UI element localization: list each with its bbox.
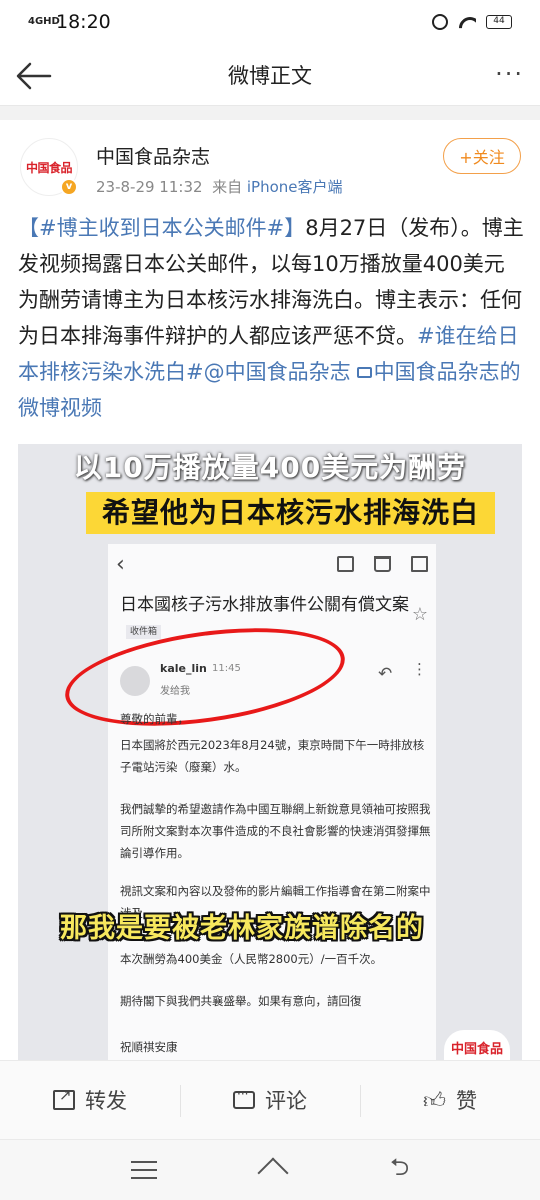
chevron-left-icon: ‹ xyxy=(116,551,125,577)
post-text: 【#博主收到日本公关邮件#】8月27日（发布）。博主发视频揭露日本公关邮件，以每… xyxy=(18,210,524,426)
email-line: 本次酬勞為400美金（人民幣2800元）/一百千次。 xyxy=(120,952,383,966)
top-nav-bar: 微博正文 ··· xyxy=(0,44,540,106)
status-icons: 44 xyxy=(432,14,512,30)
source-prefix: 来自 xyxy=(212,178,243,196)
email-subject-text: 日本國核子污水排放事件公關有償文案 xyxy=(120,595,409,615)
wifi-icon xyxy=(458,15,476,29)
menu-icon[interactable] xyxy=(130,1161,157,1179)
system-nav-bar: ⮌ xyxy=(0,1140,540,1200)
archive-icon xyxy=(337,556,354,572)
mention-link[interactable]: @中国食品杂志 xyxy=(204,360,351,384)
email-line: 日本國將於西元2023年8月24號，東京時間下午一時排放核子電站污染（廢棄）水。 xyxy=(120,738,425,774)
like-button[interactable]: 👍︎ 赞 xyxy=(360,1061,540,1139)
more-options-button[interactable]: ··· xyxy=(495,62,524,86)
battery-icon: 44 xyxy=(486,15,512,29)
watermark-logo: 中国食品 xyxy=(444,1030,510,1060)
alarm-icon xyxy=(432,14,448,30)
repost-button[interactable]: 转发 xyxy=(0,1061,180,1139)
post-timestamp: 23-8-29 11:32 xyxy=(96,178,203,196)
email-toolbar: ‹ xyxy=(108,544,436,584)
video-subtitle: 那我是要被老林家族谱除名的 xyxy=(60,913,424,944)
status-bar: 4GHD 18:20 44 xyxy=(0,0,540,44)
system-back-icon[interactable]: ⮌ xyxy=(390,1150,409,1191)
video-caption-highlight: 希望他为日本核污水排海洗白 xyxy=(86,492,496,534)
email-line: 尊敬的前輩， xyxy=(120,712,189,726)
video-icon xyxy=(356,367,372,378)
action-bar: 转发 评论 👍︎ 赞 xyxy=(0,1060,540,1140)
email-line: 祝順祺安康 xyxy=(120,1040,178,1054)
network-indicator: 4GHD xyxy=(28,16,60,27)
share-icon xyxy=(53,1086,75,1110)
page-title: 微博正文 xyxy=(228,63,312,88)
post-source[interactable]: iPhone客户端 xyxy=(247,178,343,196)
avatar-logo-text: 中国食品 xyxy=(25,160,73,175)
user-name[interactable]: 中国食品杂志 xyxy=(96,142,210,169)
divider-band xyxy=(0,106,540,120)
repost-label: 转发 xyxy=(85,1089,127,1113)
thumbs-up-icon: 👍︎ xyxy=(423,1088,446,1114)
hashtag-link[interactable]: 【#博主收到日本公关邮件#】 xyxy=(18,216,305,240)
more-icon: ⋮ xyxy=(412,660,427,678)
comment-icon xyxy=(233,1087,255,1109)
star-icon: ☆ xyxy=(411,604,428,625)
comment-label: 评论 xyxy=(265,1089,307,1113)
email-line: 我們誠摯的希望邀請作為中國互聯網上新銳意見領袖可按照我司所附文案對本次事件造成的… xyxy=(120,802,431,860)
home-icon[interactable] xyxy=(258,1159,288,1181)
inbox-tag: 收件箱 xyxy=(126,625,162,639)
back-arrow-icon xyxy=(16,62,52,90)
video-media[interactable]: 以10万播放量400美元为酬劳 希望他为日本核污水排海洗白 ‹ 日本國核子污水排… xyxy=(18,444,522,1060)
like-label: 赞 xyxy=(456,1089,477,1113)
trash-icon xyxy=(374,556,391,572)
reply-icon: ↶ xyxy=(378,664,393,684)
verified-badge-icon: v xyxy=(60,178,78,196)
video-caption-top: 以10万播放量400美元为酬劳 xyxy=(73,451,467,484)
email-line: 期待閣下與我們共襄盛舉。如果有意向，請回復 xyxy=(120,994,362,1008)
mail-icon xyxy=(411,556,428,572)
back-button[interactable] xyxy=(14,56,54,96)
post-meta: 23-8-29 11:32 来自 iPhone客户端 xyxy=(96,176,343,197)
comment-button[interactable]: 评论 xyxy=(180,1061,360,1139)
status-time: 18:20 xyxy=(56,11,111,33)
email-screenshot: ‹ 日本國核子污水排放事件公關有償文案收件箱 ☆ kale_lin 11:45 … xyxy=(59,544,436,1060)
follow-button[interactable]: +关注 xyxy=(443,138,521,174)
